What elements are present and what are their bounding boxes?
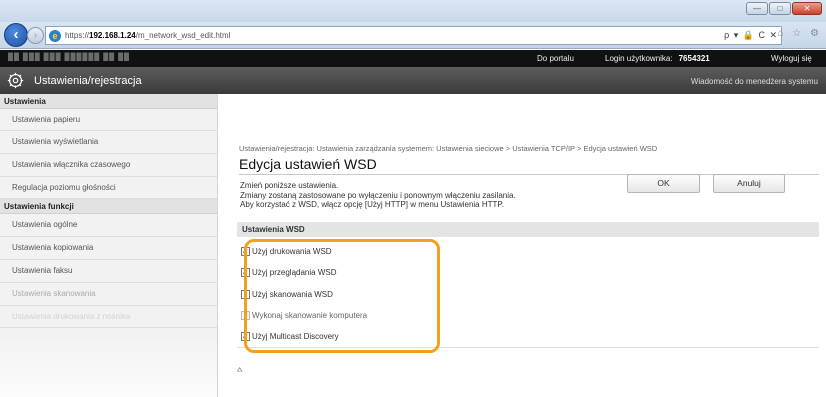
portal-link[interactable]: Do portalu (537, 54, 574, 63)
admin-message-link[interactable]: Wiadomość do menedżera systemu (691, 77, 818, 86)
window-controls: — □ ✕ (746, 2, 822, 15)
close-window-button[interactable]: ✕ (792, 2, 822, 15)
sidebar-item-paper[interactable]: Ustawienia papieru (0, 109, 217, 131)
app-header: Ustawienia/rejestracja Wiadomość do mene… (0, 67, 826, 94)
app-title: Ustawienia/rejestracja (34, 75, 142, 87)
sidebar-item-fax[interactable]: Ustawienia faksu (0, 260, 217, 283)
url-field[interactable]: e https://192.168.1.24/m_network_wsd_edi… (45, 26, 782, 45)
description-line: Aby korzystać z WSD, włącz opcję [Użyj H… (240, 200, 504, 209)
address-bar: ‹ › e https://192.168.1.24/m_network_wsd… (0, 22, 826, 49)
callout-highlight-frame (244, 239, 440, 353)
home-favorites-tools-icons[interactable]: ⌂ ☆ ⚙ (777, 28, 822, 39)
page-title: Edycja ustawień WSD (239, 156, 377, 172)
sidebar-item-copy[interactable]: Ustawienia kopiowania (0, 237, 217, 260)
sidebar-item-general[interactable]: Ustawienia ogólne (0, 214, 217, 237)
sidebar: Ustawienia Ustawienia papieru Ustawienia… (0, 94, 218, 397)
url-tools[interactable]: ρ ▾ 🔒 C ✕ (724, 30, 778, 41)
window-titlebar: — □ ✕ (0, 0, 826, 22)
sidebar-item-display[interactable]: Ustawienia wyświetlania (0, 131, 217, 154)
description-line: Zmień poniższe ustawienia. (240, 181, 339, 190)
sidebar-item-media-print[interactable]: Ustawienia drukowania z nośnika (0, 306, 217, 328)
url-text: https://192.168.1.24/m_network_wsd_edit.… (65, 31, 231, 40)
login-id: 7654321 (678, 54, 710, 63)
ok-button[interactable]: OK (627, 174, 700, 193)
sidebar-fade-overlay (0, 337, 217, 397)
top-header-bar: ██ ███ ███ ██████ ██ ██ Do portalu Login… (0, 50, 826, 67)
sidebar-section-functions: Ustawienia funkcji (0, 199, 217, 214)
settings-gear-icon (7, 72, 24, 89)
device-name: ██ ███ ███ ██████ ██ ██ (8, 54, 130, 61)
description: Zmień poniższe ustawienia. Zmiany zostan… (240, 181, 516, 210)
logout-link[interactable]: Wyloguj się (771, 54, 812, 63)
section-header-wsd: Ustawienia WSD (237, 222, 819, 237)
maximize-button[interactable]: □ (769, 2, 791, 15)
sidebar-section-settings: Ustawienia (0, 94, 217, 109)
forward-button[interactable]: › (27, 27, 44, 44)
back-to-top-icon[interactable]: ⩟ (237, 364, 242, 375)
sidebar-item-volume[interactable]: Regulacja poziomu głośności (0, 177, 217, 199)
sidebar-item-scan[interactable]: Ustawienia skanowania (0, 283, 217, 306)
cancel-button[interactable]: Anuluj (713, 174, 785, 193)
minimize-button[interactable]: — (746, 2, 768, 15)
breadcrumb: Ustawienia/rejestracja: Ustawienia zarzą… (239, 144, 658, 153)
login-info: Login użytkownika: 7654321 (605, 54, 710, 63)
description-line: Zmiany zostaną zastosowane po wyłączeniu… (240, 190, 516, 200)
sidebar-item-timer[interactable]: Ustawienia włącznika czasowego (0, 154, 217, 177)
back-button[interactable]: ‹ (4, 23, 28, 47)
ie-page-icon: e (49, 30, 61, 42)
